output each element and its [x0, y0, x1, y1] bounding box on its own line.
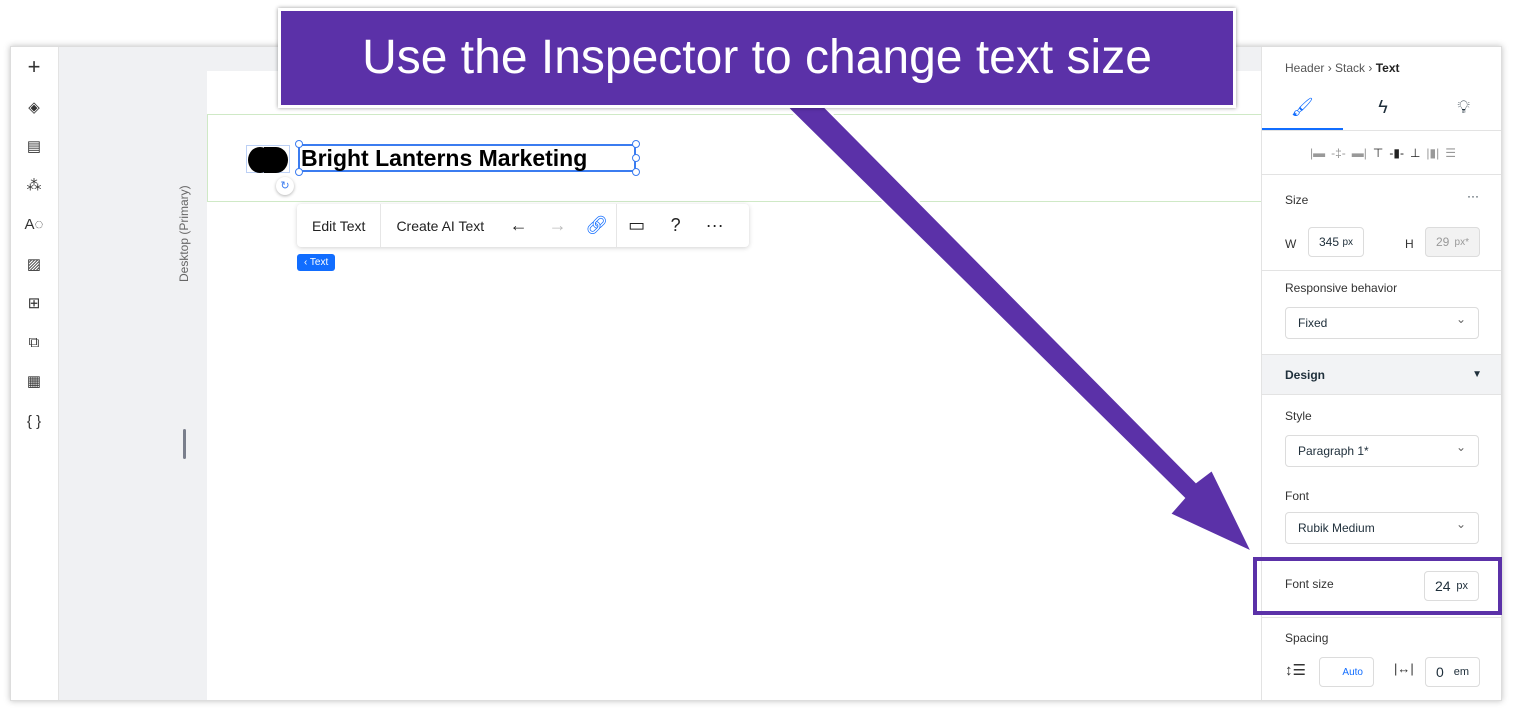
highlight-box: [1253, 557, 1502, 615]
callout-banner: Use the Inspector to change text size: [278, 8, 1236, 108]
arrow-shape: [780, 86, 1255, 555]
